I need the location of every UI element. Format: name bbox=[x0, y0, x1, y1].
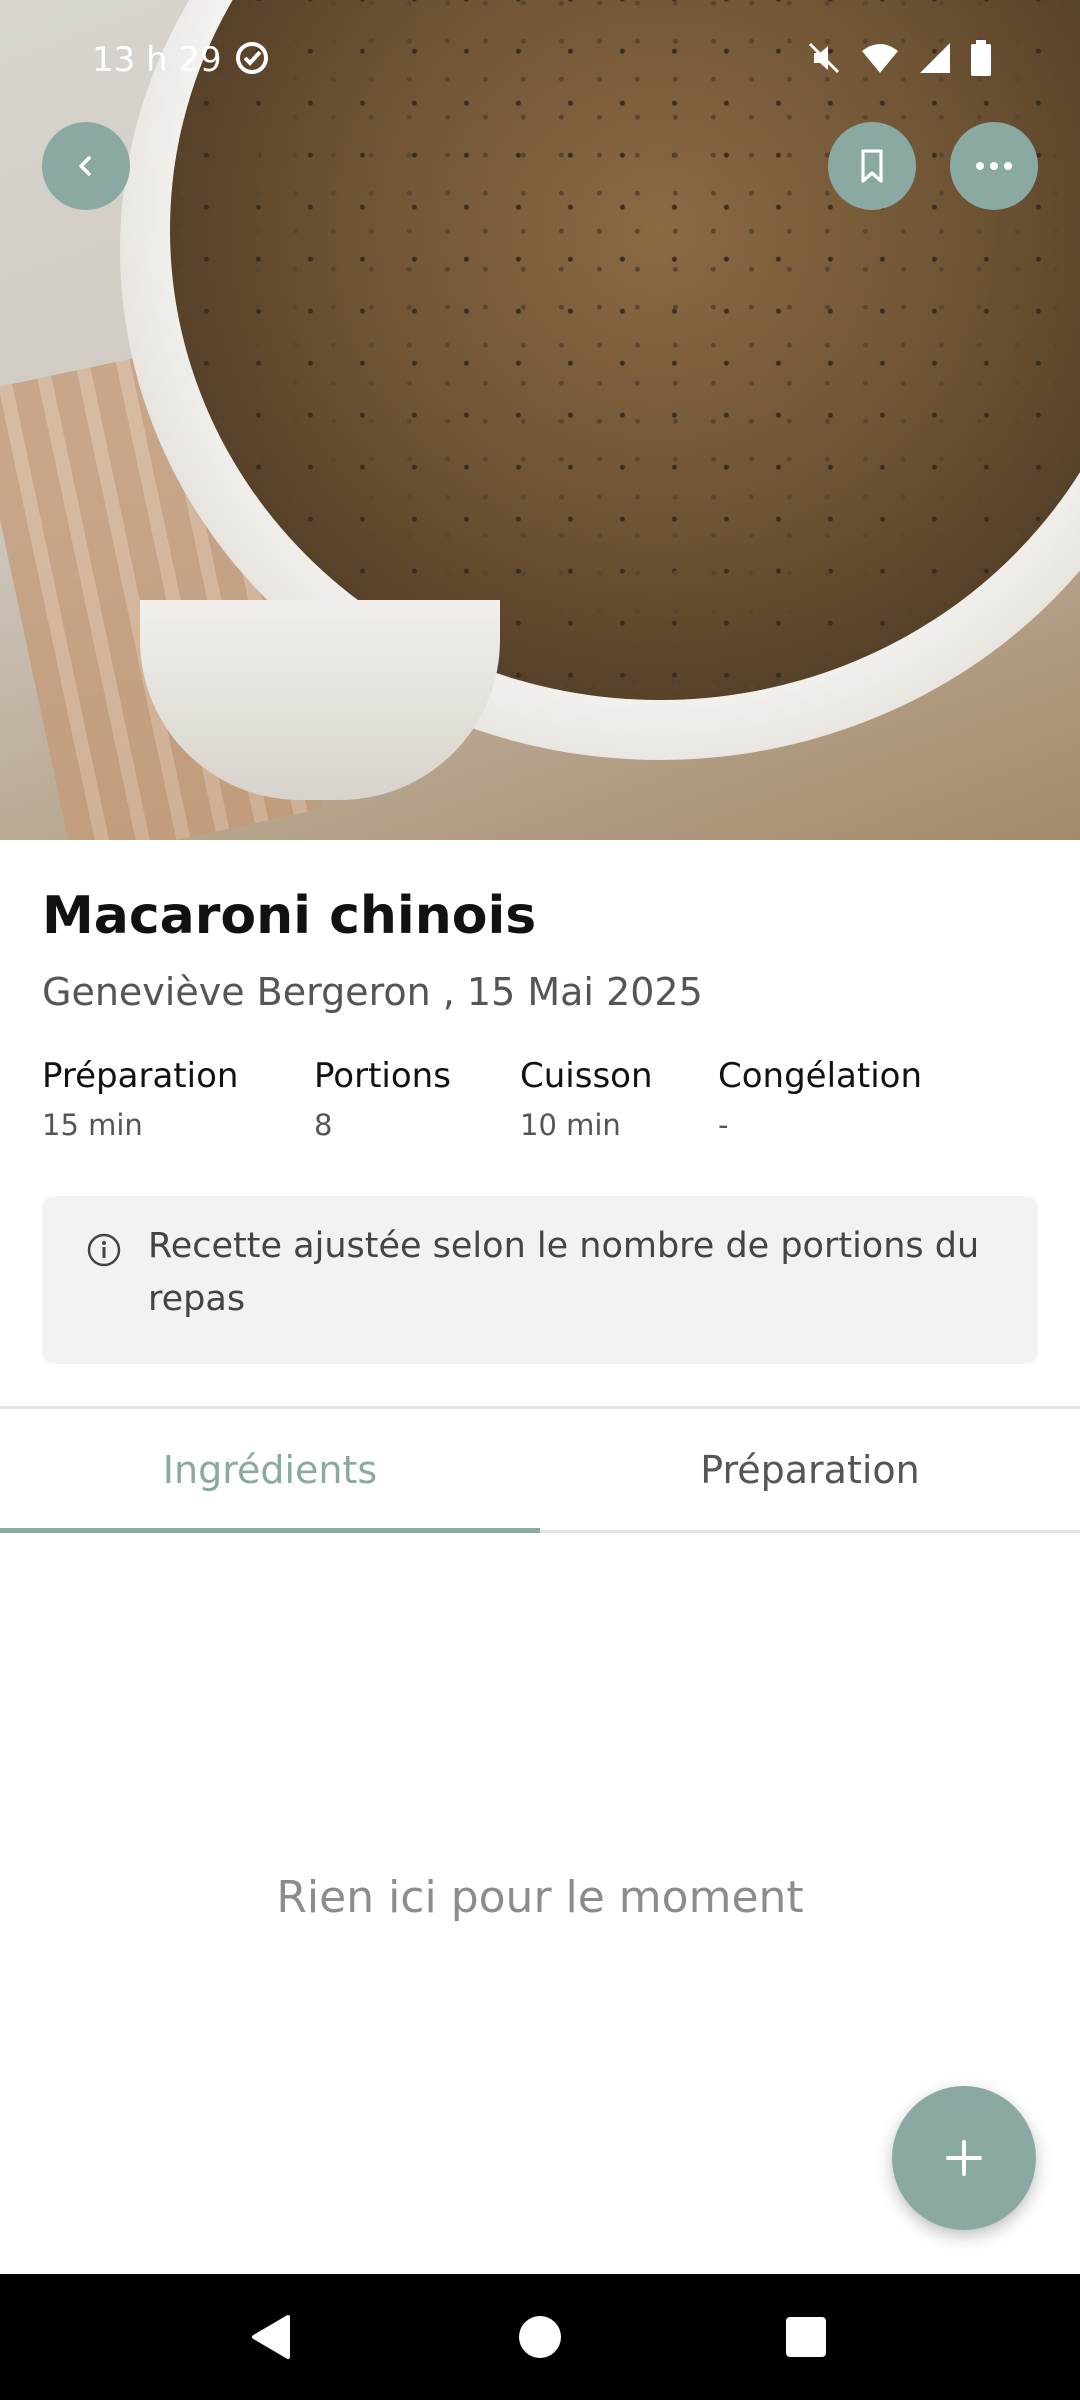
more-horizontal-icon bbox=[976, 162, 1012, 170]
status-time: 13 h 29 bbox=[92, 40, 222, 80]
meta-freezing: Congélation - bbox=[718, 1056, 922, 1142]
nav-back-button[interactable] bbox=[210, 2274, 330, 2400]
active-tab-indicator bbox=[0, 1528, 540, 1533]
signal-icon bbox=[920, 43, 950, 73]
bookmark-icon bbox=[861, 149, 883, 183]
meta-value: - bbox=[718, 1108, 729, 1142]
meta-label: Préparation bbox=[42, 1056, 239, 1096]
nav-back-icon bbox=[252, 2315, 290, 2359]
meta-value: 8 bbox=[314, 1108, 333, 1142]
system-navigation-bar bbox=[0, 2274, 1080, 2400]
nav-home-button[interactable] bbox=[480, 2274, 600, 2400]
nav-recents-button[interactable] bbox=[746, 2274, 866, 2400]
sync-check-icon bbox=[236, 42, 268, 74]
bookmark-button[interactable] bbox=[828, 122, 916, 210]
empty-state-message: Rien ici pour le moment bbox=[276, 1872, 804, 1923]
status-icons bbox=[806, 40, 992, 76]
tabs-divider-top bbox=[0, 1406, 1080, 1409]
meta-value: 15 min bbox=[42, 1108, 143, 1142]
meta-label: Cuisson bbox=[520, 1056, 653, 1096]
back-button[interactable] bbox=[42, 122, 130, 210]
wifi-icon bbox=[862, 44, 898, 73]
plus-icon bbox=[946, 2140, 982, 2176]
chevron-left-icon bbox=[79, 156, 91, 176]
recipe-title: Macaroni chinois bbox=[42, 886, 537, 946]
meta-label: Portions bbox=[314, 1056, 451, 1096]
nav-recents-icon bbox=[786, 2317, 826, 2357]
meta-value: 10 min bbox=[520, 1108, 621, 1142]
info-icon bbox=[87, 1233, 121, 1267]
meta-preparation: Préparation 15 min bbox=[42, 1056, 238, 1142]
nav-home-icon bbox=[519, 2316, 561, 2358]
portions-notice: Recette ajustée selon le nombre de porti… bbox=[42, 1196, 1038, 1364]
meta-label: Congélation bbox=[718, 1056, 922, 1096]
meta-portions: Portions 8 bbox=[314, 1056, 451, 1142]
mute-icon bbox=[808, 42, 840, 74]
recipe-hero-image bbox=[0, 0, 1080, 840]
battery-icon bbox=[971, 40, 991, 76]
add-button[interactable] bbox=[892, 2086, 1036, 2230]
recipe-byline: Geneviève Bergeron , 15 Mai 2025 bbox=[42, 970, 703, 1014]
tab-preparation[interactable]: Préparation bbox=[540, 1410, 1080, 1530]
meta-cooking: Cuisson 10 min bbox=[520, 1056, 653, 1142]
more-options-button[interactable] bbox=[950, 122, 1038, 210]
notice-text: Recette ajustée selon le nombre de porti… bbox=[148, 1226, 980, 1319]
status-bar: 13 h 29 bbox=[0, 0, 1080, 120]
tab-ingredients[interactable]: Ingrédients bbox=[0, 1410, 540, 1530]
